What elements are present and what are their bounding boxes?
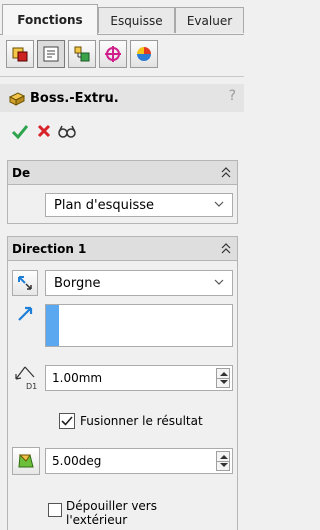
tab-fonctions[interactable]: Fonctions: [2, 4, 98, 35]
merge-result-checkbox[interactable]: [59, 413, 75, 429]
command-tabs: Fonctions Esquisse Evaluer: [0, 0, 244, 35]
preview-icon: [58, 125, 76, 138]
cancel-button[interactable]: [33, 120, 55, 142]
depth-value: 1.00mm: [52, 371, 103, 385]
tab-evaluer[interactable]: Evaluer: [175, 7, 244, 33]
start-condition-select[interactable]: Plan d'esquisse: [45, 193, 233, 217]
collapse-up-icon[interactable]: [221, 243, 231, 255]
collapse-up-icon[interactable]: [221, 167, 231, 179]
feature-title-bar: Boss.-Extru.: [0, 84, 244, 112]
checkmark-icon: [61, 416, 73, 426]
boss-extrude-icon: [8, 92, 26, 106]
merge-result-option[interactable]: Fusionner le résultat: [59, 413, 203, 429]
tab-evaluer-label: Evaluer: [186, 13, 233, 28]
draft-outward-label-line1: Dépouiller vers: [66, 499, 157, 513]
draft-outward-label-line2: l'extérieur: [66, 513, 128, 527]
dimxpert-icon: [105, 46, 121, 62]
reverse-direction-button[interactable]: [12, 270, 38, 296]
configurationmanager-icon: [74, 46, 90, 62]
featuremanager-tab[interactable]: [6, 40, 34, 68]
merge-result-label: Fusionner le résultat: [80, 414, 203, 428]
direction1-group-header[interactable]: Direction 1: [8, 237, 237, 261]
chevron-down-icon: [214, 279, 224, 285]
propertymanager-tab[interactable]: [37, 40, 65, 68]
draft-angle-field[interactable]: 5.00deg: [45, 448, 233, 474]
feature-title: Boss.-Extru.: [30, 90, 119, 106]
draft-angle-spinner[interactable]: [216, 451, 230, 471]
from-group-header[interactable]: De: [8, 161, 237, 185]
draft-outward-checkbox[interactable]: [48, 503, 62, 517]
reverse-direction-icon: [18, 276, 32, 290]
direction-vector-icon: [16, 303, 36, 323]
direction1-group: Direction 1 Borgne D1 1.00mm Fusionner l…: [7, 236, 238, 530]
direction-selection-box[interactable]: [45, 304, 233, 347]
display-manager-tab[interactable]: [130, 40, 158, 68]
draft-toggle-button[interactable]: [12, 447, 40, 475]
direction1-group-title: Direction 1: [12, 241, 87, 256]
tab-fonctions-label: Fonctions: [17, 13, 83, 27]
ok-icon: [11, 125, 29, 140]
from-group: De Plan d'esquisse: [7, 160, 238, 224]
svg-text:D1: D1: [26, 382, 37, 391]
selection-active-indicator: [46, 305, 59, 346]
depth-field[interactable]: 1.00mm: [45, 365, 233, 391]
featuremanager-icon: [12, 47, 28, 62]
help-icon[interactable]: ?: [229, 88, 236, 104]
propertymanager-icon: [43, 46, 59, 62]
display-manager-icon: [137, 47, 151, 61]
draft-angle-value: 5.00deg: [52, 454, 102, 468]
end-condition-value: Borgne: [54, 275, 101, 291]
preview-button[interactable]: [56, 120, 78, 142]
depth-spinner[interactable]: [216, 368, 230, 388]
draft-outward-label: Dépouiller vers l'extérieur: [66, 499, 216, 527]
ok-button[interactable]: [9, 120, 31, 142]
end-condition-select[interactable]: Borgne: [45, 270, 233, 296]
from-group-title: De: [12, 165, 31, 180]
tab-esquisse-label: Esquisse: [110, 13, 163, 28]
toolbar-separator: [0, 76, 244, 77]
draft-icon: [18, 454, 34, 468]
chevron-down-icon: [214, 201, 224, 207]
tab-esquisse[interactable]: Esquisse: [98, 7, 175, 33]
start-condition-value: Plan d'esquisse: [54, 197, 155, 213]
depth-icon: D1: [12, 363, 40, 391]
configurationmanager-tab[interactable]: [68, 40, 96, 68]
cancel-icon: [37, 124, 51, 138]
dimxpert-tab[interactable]: [99, 40, 127, 68]
